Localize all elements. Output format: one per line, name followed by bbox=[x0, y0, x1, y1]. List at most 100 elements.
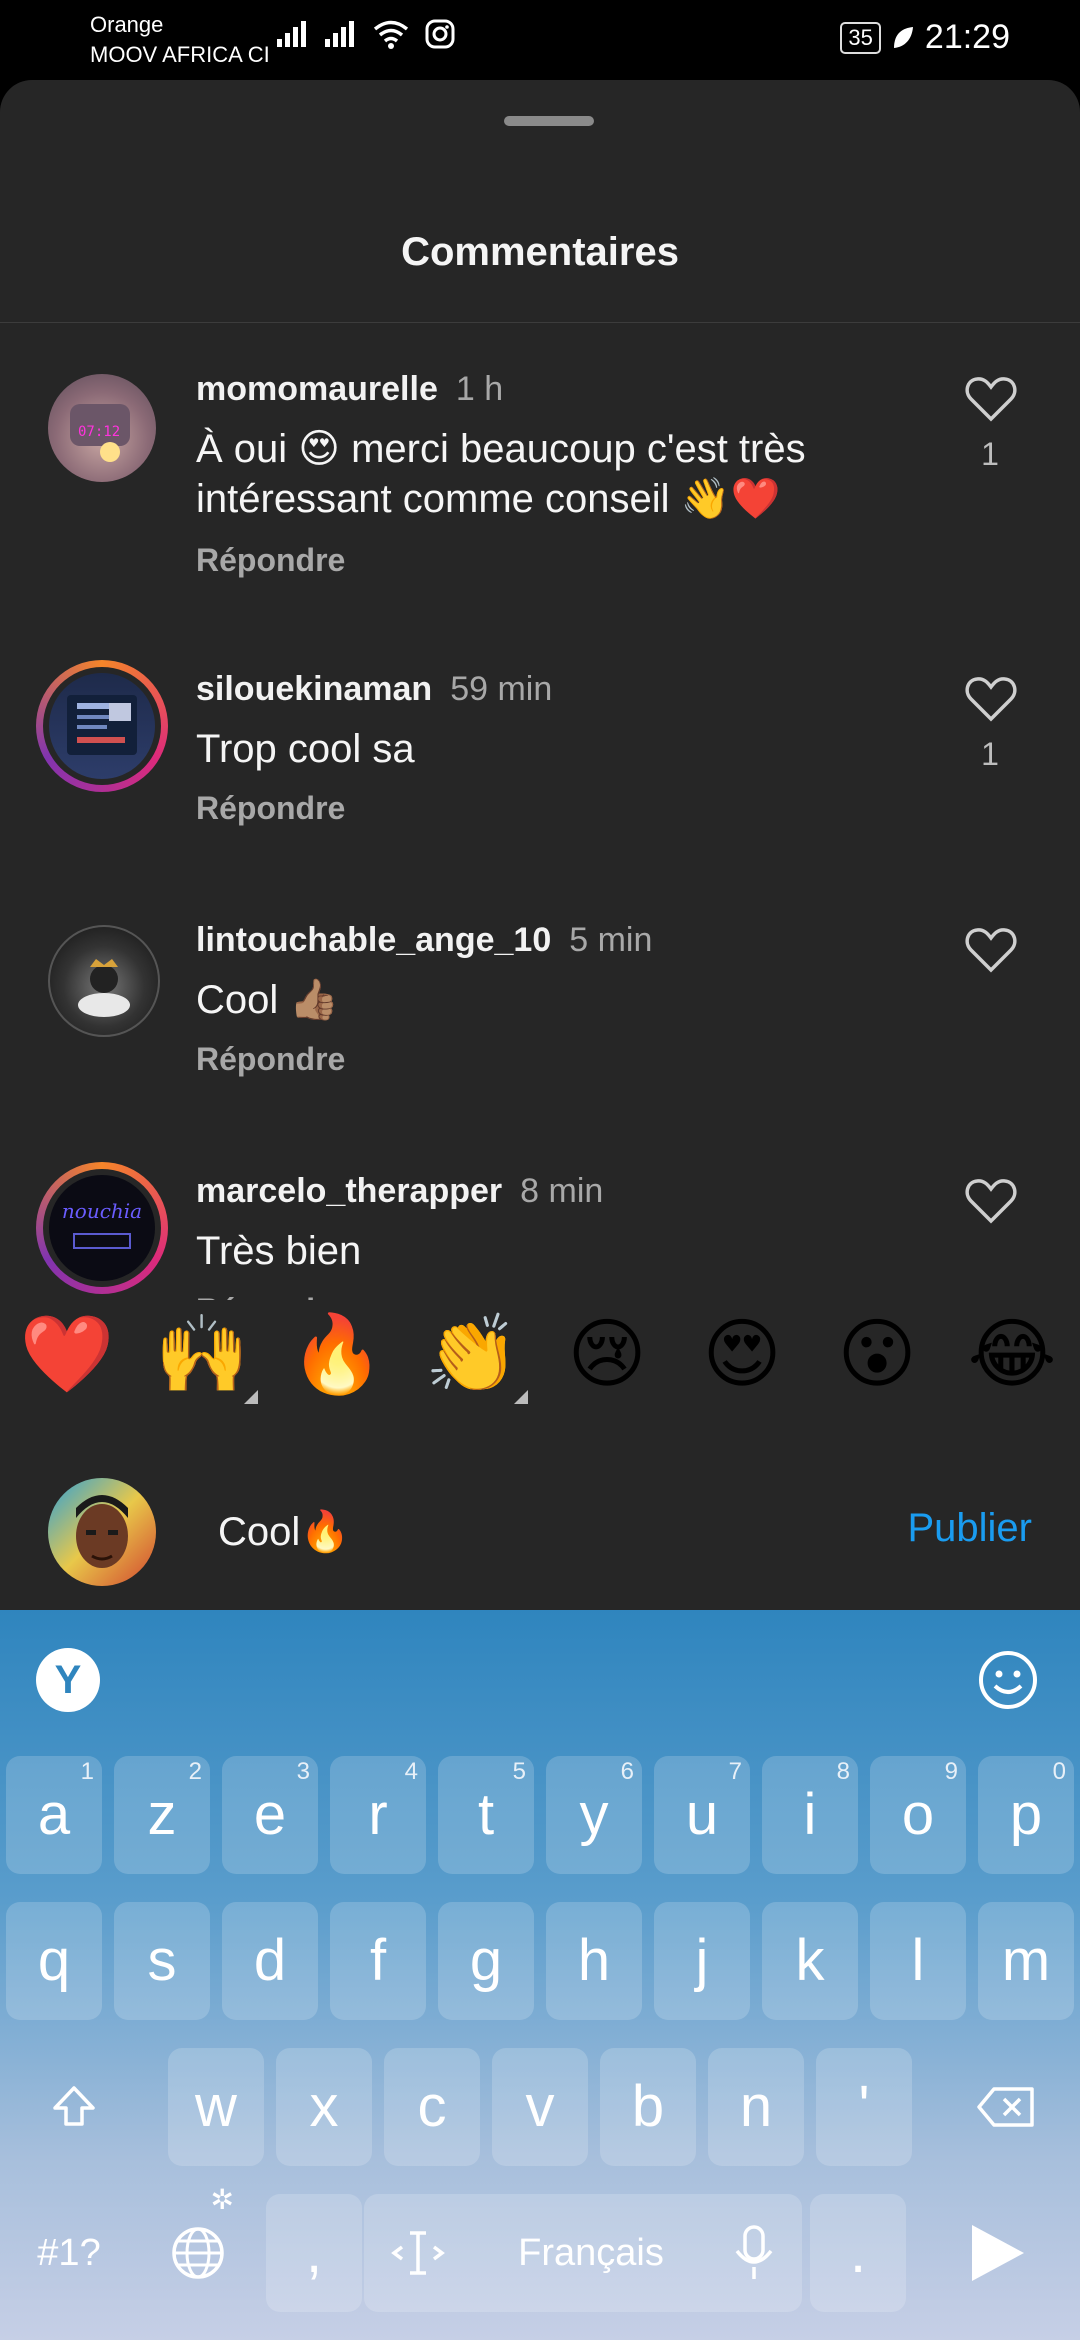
key-s[interactable]: s bbox=[114, 1902, 210, 2020]
emoji-heart-eyes-button[interactable]: 😍 bbox=[692, 1300, 792, 1410]
skin-tone-indicator bbox=[514, 1390, 528, 1404]
status-right: 35 21:29 bbox=[840, 18, 1010, 57]
clock: 21:29 bbox=[924, 18, 1010, 56]
emoji-crying-button[interactable]: 😢 bbox=[557, 1300, 657, 1410]
keyboard: Y a1 z2 e3 r4 t5 y6 u7 i8 o9 p0 q s d f … bbox=[0, 1610, 1080, 2340]
settings-gear-icon: ✲ bbox=[210, 2184, 234, 2215]
smiley-icon[interactable] bbox=[976, 1648, 1040, 1712]
avatar[interactable] bbox=[36, 660, 168, 792]
avatar[interactable]: nouchia bbox=[36, 1162, 168, 1294]
key-j[interactable]: j bbox=[654, 1902, 750, 2020]
cursor-move-icon bbox=[391, 2231, 445, 2275]
emoji-clap-button[interactable]: 👏 bbox=[422, 1300, 528, 1410]
send-key[interactable] bbox=[928, 2194, 1064, 2312]
reply-button[interactable]: Répondre bbox=[196, 542, 345, 579]
like-heart-icon[interactable] bbox=[965, 1178, 1017, 1224]
comment-list[interactable]: 07:12 momomaurelle 1 h À oui 😍 merci beau… bbox=[0, 330, 1080, 1300]
battery-indicator: 35 bbox=[840, 21, 881, 54]
key-u[interactable]: u7 bbox=[654, 1756, 750, 1874]
instagram-icon bbox=[425, 19, 455, 49]
key-w[interactable]: w bbox=[168, 2048, 264, 2166]
key-k[interactable]: k bbox=[762, 1902, 858, 2020]
my-avatar bbox=[48, 1478, 156, 1586]
key-z[interactable]: z2 bbox=[114, 1756, 210, 1874]
shift-icon bbox=[53, 2086, 95, 2126]
key-apostrophe[interactable]: ' bbox=[816, 2048, 912, 2166]
like-heart-icon[interactable] bbox=[965, 676, 1017, 722]
emoji-laughing-button[interactable]: 😂 bbox=[962, 1300, 1062, 1410]
key-y[interactable]: y6 bbox=[546, 1756, 642, 1874]
svg-text:07:12: 07:12 bbox=[78, 424, 120, 440]
comment-time: 1 h bbox=[455, 370, 504, 408]
leaf-icon bbox=[893, 26, 913, 48]
symbols-key[interactable]: #1? bbox=[6, 2194, 132, 2312]
emoji-surprised-button[interactable]: 😮 bbox=[827, 1300, 927, 1410]
space-key[interactable]: Français bbox=[364, 2194, 802, 2312]
key-l[interactable]: l bbox=[870, 1902, 966, 2020]
key-o[interactable]: o9 bbox=[870, 1756, 966, 1874]
globe-key[interactable]: ✲ bbox=[140, 2184, 256, 2312]
publish-button[interactable]: Publier bbox=[907, 1506, 1032, 1551]
comma-key[interactable]: , bbox=[266, 2194, 362, 2312]
avatar[interactable] bbox=[48, 925, 160, 1037]
like-heart-icon[interactable] bbox=[965, 376, 1017, 422]
username[interactable]: momomaurelle bbox=[196, 370, 438, 408]
key-t[interactable]: t5 bbox=[438, 1756, 534, 1874]
reply-button[interactable]: Répondre bbox=[196, 1292, 345, 1300]
signal-icon-2 bbox=[325, 21, 354, 47]
key-a[interactable]: a1 bbox=[6, 1756, 102, 1874]
space-language-label: Français bbox=[518, 2232, 664, 2274]
key-i[interactable]: i8 bbox=[762, 1756, 858, 1874]
backspace-key[interactable] bbox=[938, 2048, 1074, 2166]
key-b[interactable]: b bbox=[600, 2048, 696, 2166]
emoji-heart-button[interactable]: ❤️ bbox=[17, 1300, 117, 1410]
key-r[interactable]: r4 bbox=[330, 1756, 426, 1874]
period-key[interactable]: . bbox=[810, 2194, 906, 2312]
microphone-icon[interactable] bbox=[732, 2223, 776, 2283]
key-h[interactable]: h bbox=[546, 1902, 642, 2020]
comment-header: marcelo_therapper 8 min bbox=[196, 1172, 603, 1211]
comment-text: Très bien bbox=[196, 1229, 362, 1273]
wifi-icon bbox=[373, 20, 409, 49]
comment-input[interactable] bbox=[216, 1500, 870, 1562]
drag-handle[interactable] bbox=[504, 116, 594, 126]
key-m[interactable]: m bbox=[978, 1902, 1074, 2020]
username[interactable]: silouekinaman bbox=[196, 670, 432, 708]
sheet-title: Commentaires bbox=[401, 230, 679, 274]
status-bar: Orange MOOV AFRICA CI 35 21:29 bbox=[0, 0, 1080, 80]
key-e[interactable]: e3 bbox=[222, 1756, 318, 1874]
divider bbox=[0, 322, 1080, 323]
comment-time: 59 min bbox=[450, 670, 553, 708]
backspace-icon bbox=[977, 2087, 1034, 2127]
emoji-raised-hands-button[interactable]: 🙌 bbox=[152, 1300, 258, 1410]
comment-time: 5 min bbox=[569, 921, 653, 959]
key-g[interactable]: g bbox=[438, 1902, 534, 2020]
key-n[interactable]: n bbox=[708, 2048, 804, 2166]
key-v[interactable]: v bbox=[492, 2048, 588, 2166]
key-p[interactable]: p0 bbox=[978, 1756, 1074, 1874]
key-d[interactable]: d bbox=[222, 1902, 318, 2020]
reply-button[interactable]: Répondre bbox=[196, 1041, 345, 1078]
emoji-quick-bar: ❤️ 🙌 🔥 👏 😢 😍 😮 😂 bbox=[0, 1300, 1080, 1420]
avatar-text: nouchia bbox=[61, 1199, 143, 1223]
comment-header: momomaurelle 1 h bbox=[196, 370, 503, 409]
emoji-raised-hands: 🙌 bbox=[154, 1312, 250, 1397]
key-f[interactable]: f bbox=[330, 1902, 426, 2020]
skin-tone-indicator bbox=[244, 1390, 258, 1404]
username[interactable]: lintouchable_ange_10 bbox=[196, 921, 551, 959]
comment-text: Trop cool sa bbox=[196, 727, 415, 771]
reply-button[interactable]: Répondre bbox=[196, 790, 345, 827]
shift-key[interactable] bbox=[6, 2048, 142, 2166]
like-count: 1 bbox=[981, 736, 999, 772]
emoji-fire-button[interactable]: 🔥 bbox=[287, 1300, 387, 1410]
like-heart-icon[interactable] bbox=[965, 927, 1017, 973]
comment-composer: Publier bbox=[0, 1470, 1080, 1610]
keyboard-logo-button[interactable]: Y bbox=[36, 1648, 100, 1712]
comment-time: 8 min bbox=[520, 1172, 604, 1210]
key-q[interactable]: q bbox=[6, 1902, 102, 2020]
username[interactable]: marcelo_therapper bbox=[196, 1172, 502, 1210]
key-x[interactable]: x bbox=[276, 2048, 372, 2166]
comment-text: À oui 😍 merci beaucoup c'est très intére… bbox=[196, 427, 806, 521]
avatar[interactable]: 07:12 bbox=[48, 374, 156, 482]
key-c[interactable]: c bbox=[384, 2048, 480, 2166]
